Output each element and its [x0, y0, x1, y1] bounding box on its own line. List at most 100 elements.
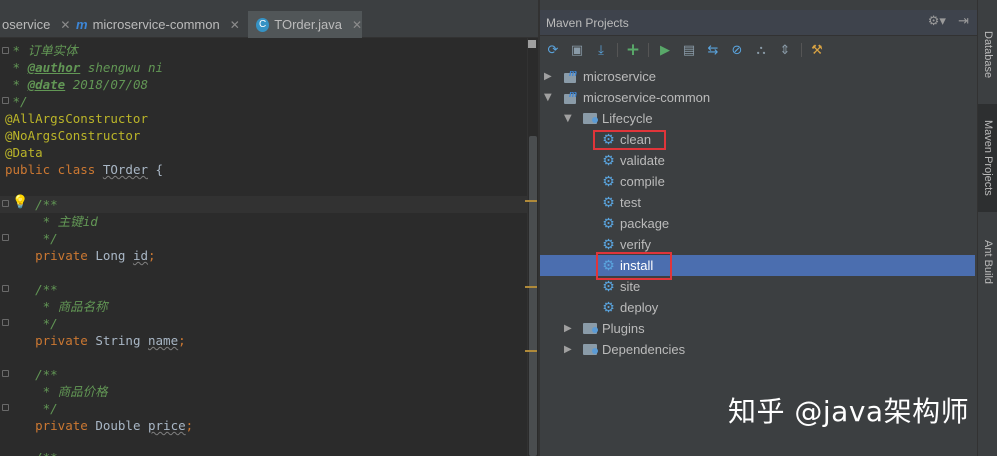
close-icon[interactable]: ✕	[230, 18, 240, 32]
code-editor[interactable]: * 订单实体 * @author shengwu ni * @date 2018…	[0, 38, 530, 456]
code-line: * 订单实体	[5, 43, 78, 58]
toolbar-separator	[617, 43, 618, 57]
hide-panel-icon[interactable]: ⇥	[958, 14, 969, 29]
lifecycle-package[interactable]: ⚙ package	[601, 213, 669, 234]
fold-marker-icon[interactable]	[2, 285, 9, 292]
module-icon: m	[76, 17, 88, 32]
inspection-status-icon[interactable]	[528, 40, 536, 48]
code-line: @NoArgsConstructor	[5, 128, 141, 143]
editor-scroll-thumb[interactable]	[529, 136, 537, 456]
code-line: private String name;	[5, 333, 186, 348]
panel-header: Maven Projects ⚙▾ ⇥	[540, 10, 977, 36]
code-line: * 主键id	[5, 214, 98, 229]
tree-item-label: Lifecycle	[602, 111, 653, 126]
code-line: * 商品名称	[5, 299, 108, 314]
fold-marker-icon[interactable]	[2, 370, 9, 377]
close-icon[interactable]: ✕	[352, 18, 362, 32]
run-config-icon[interactable]: ▤	[680, 41, 698, 59]
tree-item-microservice[interactable]: microservice	[564, 66, 656, 87]
tab-oservice[interactable]: oservice ✕	[0, 11, 70, 38]
tree-item-label: validate	[620, 153, 665, 168]
tab-label: TOrder.java	[274, 17, 342, 32]
code-line: @AllArgsConstructor	[5, 111, 148, 126]
generate-sources-icon[interactable]: ▣	[568, 41, 586, 59]
gear-icon: ⚙	[602, 236, 615, 252]
tree-item-label: microservice-common	[583, 90, 711, 105]
download-icon[interactable]: ⤓	[592, 41, 610, 59]
collapse-arrow-icon[interactable]: ▼	[564, 113, 572, 124]
collapse-all-icon[interactable]: ⇕	[776, 41, 794, 59]
skip-tests-icon[interactable]: ⊘	[728, 41, 746, 59]
lifecycle-deploy[interactable]: ⚙ deploy	[601, 297, 658, 318]
lifecycle-compile[interactable]: ⚙ compile	[601, 171, 665, 192]
tree-item-microservice-common[interactable]: microservice-common	[564, 87, 710, 108]
fold-marker-icon[interactable]	[2, 200, 9, 207]
maven-module-icon	[564, 68, 578, 83]
tree-item-label: Dependencies	[602, 342, 686, 357]
fold-marker-icon[interactable]	[2, 234, 9, 241]
code-line: @Data	[5, 145, 43, 160]
toolbar-separator	[648, 43, 649, 57]
tree-item-label: site	[620, 279, 641, 294]
code-line: /**	[5, 282, 58, 297]
dependencies-folder-icon	[583, 344, 598, 355]
collapse-arrow-icon[interactable]: ▼	[544, 92, 552, 103]
error-stripe-mark[interactable]	[525, 350, 537, 352]
tool-tab-label: Ant Build	[982, 239, 994, 285]
editor-tab-bar: oservice ✕ m microservice-common ✕ C TOr…	[0, 0, 538, 38]
code-line: private Double price;	[5, 418, 194, 433]
highlight-box-install	[596, 252, 672, 280]
code-line: * @date 2018/07/08	[5, 77, 149, 92]
tree-item-label: verify	[620, 237, 652, 252]
highlight-box-clean	[593, 130, 666, 150]
error-stripe-mark[interactable]	[525, 200, 537, 202]
tree-item-label: compile	[620, 174, 665, 189]
tree-item-plugins[interactable]: Plugins	[583, 318, 645, 339]
run-icon[interactable]: ▶	[656, 41, 674, 59]
code-line: */	[5, 316, 58, 331]
tool-tab-database[interactable]: Database	[978, 16, 997, 94]
tool-tab-label: Database	[982, 31, 994, 79]
tool-tab-maven-projects[interactable]: Maven Projects	[978, 104, 997, 212]
tree-item-lifecycle[interactable]: Lifecycle	[583, 108, 653, 129]
dependency-diagram-icon[interactable]: ⛬	[752, 41, 770, 59]
tab-label: microservice-common	[92, 17, 220, 32]
tool-tab-ant-build[interactable]: Ant Build	[978, 226, 997, 298]
toggle-offline-icon[interactable]: ⇆	[704, 41, 722, 59]
tree-item-label: microservice	[583, 69, 656, 84]
fold-marker-icon[interactable]	[2, 47, 9, 54]
gear-icon: ⚙	[602, 299, 615, 315]
expand-arrow-icon[interactable]: ▶	[564, 323, 572, 334]
java-class-icon: C	[256, 17, 270, 32]
maven-toolbar: ⟳ ▣ ⤓ + ▶ ▤ ⇆ ⊘ ⛬ ⇕ ⚒	[540, 37, 977, 63]
fold-marker-icon[interactable]	[2, 404, 9, 411]
fold-marker-icon[interactable]	[2, 319, 9, 326]
expand-arrow-icon[interactable]: ▶	[564, 344, 572, 355]
panel-title: Maven Projects	[546, 16, 629, 30]
toolbar-separator	[801, 43, 802, 57]
gear-icon: ⚙	[602, 173, 615, 189]
tool-tab-label: Maven Projects	[982, 120, 994, 196]
tab-microservice-common[interactable]: m microservice-common ✕	[68, 11, 246, 38]
gear-icon: ⚙	[602, 215, 615, 231]
tree-item-label: deploy	[620, 300, 659, 315]
code-line: /**	[5, 367, 58, 382]
lifecycle-test[interactable]: ⚙ test	[601, 192, 641, 213]
settings-gear-icon[interactable]: ⚙▾	[928, 14, 946, 29]
code-line: * @author shengwu ni	[5, 60, 164, 75]
fold-marker-icon[interactable]	[2, 97, 9, 104]
lifecycle-validate[interactable]: ⚙ validate	[601, 150, 665, 171]
watermark: 知乎 @java架构师	[728, 395, 970, 428]
tab-torder-java[interactable]: C TOrder.java ✕	[248, 11, 362, 38]
expand-arrow-icon[interactable]: ▶	[544, 71, 552, 82]
tree-item-dependencies[interactable]: Dependencies	[583, 339, 685, 360]
maven-module-icon	[564, 89, 578, 104]
reimport-icon[interactable]: ⟳	[544, 41, 562, 59]
code-line: /**	[5, 449, 58, 456]
error-stripe-mark[interactable]	[525, 286, 537, 288]
maven-settings-icon[interactable]: ⚒	[808, 41, 826, 59]
add-icon[interactable]: +	[624, 40, 642, 60]
code-line: * 商品价格	[5, 384, 108, 399]
tab-label: oservice	[2, 17, 51, 32]
code-line: private Long id;	[5, 248, 156, 263]
